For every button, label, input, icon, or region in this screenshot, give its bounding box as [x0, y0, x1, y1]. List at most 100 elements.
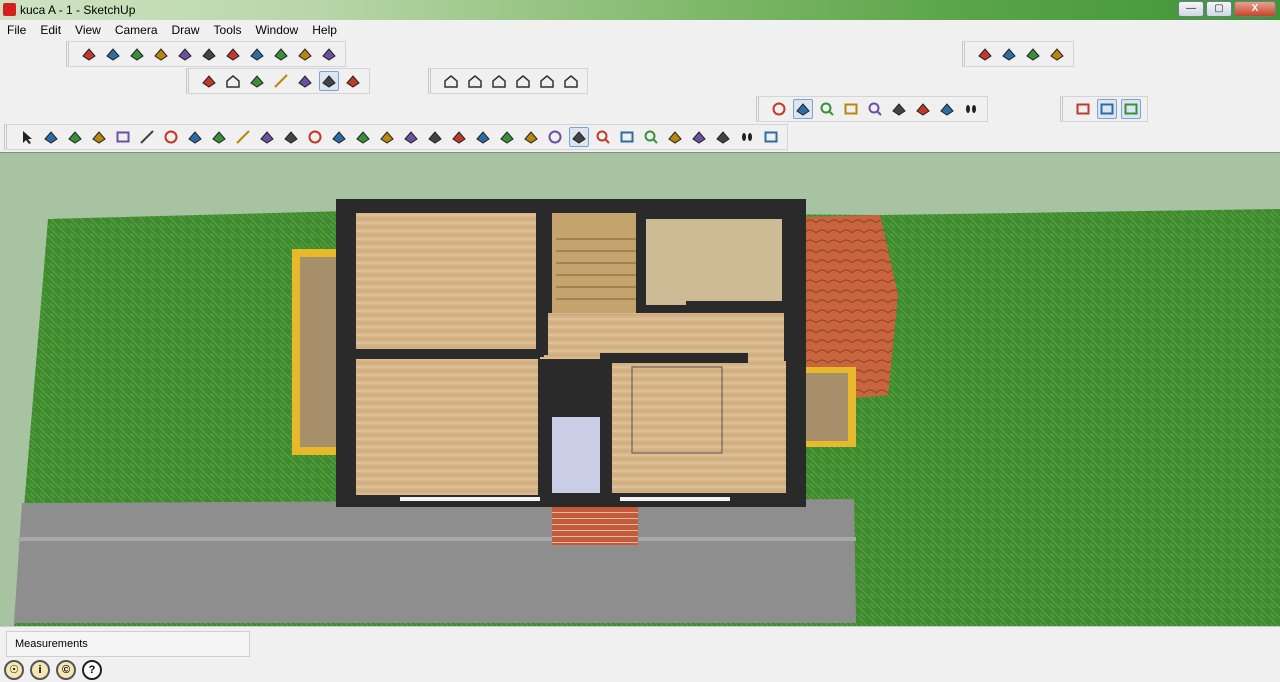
freehand-tool-button[interactable] — [233, 127, 253, 147]
share-model-icon — [1002, 48, 1016, 61]
brick-entry — [552, 507, 638, 545]
zoom-window-tool-button[interactable] — [617, 127, 637, 147]
line-tool-button[interactable] — [137, 127, 157, 147]
pan-tool-button[interactable] — [569, 127, 589, 147]
xray-tool-button[interactable] — [199, 71, 219, 91]
look-around-tool-button[interactable] — [937, 99, 957, 119]
move-tool-button[interactable] — [257, 127, 277, 147]
credits-icon[interactable]: i — [30, 660, 50, 680]
position-camera-tool-button[interactable] — [689, 127, 709, 147]
menu-bar: File Edit View Camera Draw Tools Window … — [0, 20, 1280, 40]
tape-measure-tool-button[interactable] — [401, 127, 421, 147]
save-tool-button[interactable] — [127, 44, 147, 64]
undo-tool-button[interactable] — [247, 44, 267, 64]
orbit-tool-button[interactable] — [769, 99, 789, 119]
shaded-textures-tool-button[interactable] — [319, 71, 339, 91]
zoom-window-tool-button[interactable] — [841, 99, 861, 119]
display-section-cuts-tool-button[interactable] — [1121, 99, 1141, 119]
left-tool-button[interactable] — [561, 71, 581, 91]
close-button[interactable]: X — [1234, 1, 1276, 17]
dimension-tool-button[interactable] — [425, 127, 445, 147]
scale-tool-button[interactable] — [353, 127, 373, 147]
menu-window[interactable]: Window — [249, 20, 306, 40]
text-tool-button[interactable] — [473, 127, 493, 147]
menu-tools[interactable]: Tools — [207, 20, 249, 40]
menu-camera[interactable]: Camera — [108, 20, 165, 40]
section-plane-tool-button[interactable] — [1073, 99, 1093, 119]
zoom-extents-tool-button[interactable] — [641, 127, 661, 147]
zoom-extents-tool-button[interactable] — [865, 99, 885, 119]
paste-tool-button[interactable] — [199, 44, 219, 64]
walk-icon — [966, 105, 976, 113]
position-camera-tool-button[interactable] — [913, 99, 933, 119]
previous-tool-button[interactable] — [889, 99, 909, 119]
maximize-button[interactable]: ▢ — [1206, 1, 1232, 17]
drawing-viewport[interactable] — [0, 152, 1280, 626]
open-tool-button[interactable] — [103, 44, 123, 64]
rectangle-tool-button[interactable] — [113, 127, 133, 147]
model-info-tool-button[interactable] — [319, 44, 339, 64]
walk-tool-button[interactable] — [737, 127, 757, 147]
push-pull-tool-button[interactable] — [281, 127, 301, 147]
axes-tool-button[interactable] — [497, 127, 517, 147]
menu-file[interactable]: File — [0, 20, 33, 40]
front-tool-button[interactable] — [489, 71, 509, 91]
look-around-tool-button[interactable] — [713, 127, 733, 147]
iso-tool-button[interactable] — [441, 71, 461, 91]
get-models-tool-button[interactable] — [975, 44, 995, 64]
print-tool-button[interactable] — [295, 44, 315, 64]
redo-tool-button[interactable] — [271, 44, 291, 64]
share-model-tool-button[interactable] — [999, 44, 1019, 64]
cut-tool-button[interactable] — [151, 44, 171, 64]
menu-view[interactable]: View — [68, 20, 108, 40]
paint-bucket-tool-button[interactable] — [65, 127, 85, 147]
minimize-button[interactable]: — — [1178, 1, 1204, 17]
section-plane-tool-button[interactable] — [761, 127, 781, 147]
wireframe-tool-button[interactable] — [247, 71, 267, 91]
protractor-tool-button[interactable] — [449, 127, 469, 147]
zoom-tool-button[interactable] — [593, 127, 613, 147]
copy-tool-button[interactable] — [175, 44, 195, 64]
circle-tool-button[interactable] — [161, 127, 181, 147]
back-tool-button[interactable] — [537, 71, 557, 91]
arc-tool-button[interactable] — [185, 127, 205, 147]
help-icon[interactable]: ? — [82, 660, 102, 680]
previous-tool-button[interactable] — [665, 127, 685, 147]
display-section-planes-tool-button[interactable] — [1097, 99, 1117, 119]
right-tool-button[interactable] — [513, 71, 533, 91]
monochrome-tool-button[interactable] — [343, 71, 363, 91]
eraser-tool-button[interactable] — [89, 127, 109, 147]
new-tool-button[interactable] — [79, 44, 99, 64]
back-edges-tool-button[interactable] — [223, 71, 243, 91]
3d-text-icon — [524, 131, 538, 144]
redo-icon — [274, 48, 288, 61]
share-component-icon — [1026, 48, 1040, 61]
menu-help[interactable]: Help — [305, 20, 344, 40]
select-tool-button[interactable] — [17, 127, 37, 147]
share-component-tool-button[interactable] — [1023, 44, 1043, 64]
extension-tool-button[interactable] — [1047, 44, 1067, 64]
measurements-box[interactable]: Measurements — [6, 631, 250, 657]
menu-edit[interactable]: Edit — [33, 20, 68, 40]
offset-tool-button[interactable] — [377, 127, 397, 147]
menu-draw[interactable]: Draw — [165, 20, 207, 40]
polygon-tool-button[interactable] — [209, 127, 229, 147]
tape-measure-icon — [404, 131, 418, 144]
erase-tool-button[interactable] — [223, 44, 243, 64]
make-component-tool-button[interactable] — [41, 127, 61, 147]
3d-text-tool-button[interactable] — [521, 127, 541, 147]
polygon-icon — [212, 131, 226, 144]
shaded-tool-button[interactable] — [295, 71, 315, 91]
top-tool-button[interactable] — [465, 71, 485, 91]
hidden-line-tool-button[interactable] — [271, 71, 291, 91]
user-icon[interactable]: © — [56, 660, 76, 680]
model-view — [14, 199, 1280, 626]
freehand-icon — [236, 130, 250, 144]
geo-location-icon[interactable]: ☉ — [4, 660, 24, 680]
rotate-tool-button[interactable] — [305, 127, 325, 147]
pan-tool-button[interactable] — [793, 99, 813, 119]
orbit-tool-button[interactable] — [545, 127, 565, 147]
zoom-tool-button[interactable] — [817, 99, 837, 119]
follow-me-tool-button[interactable] — [329, 127, 349, 147]
walk-tool-button[interactable] — [961, 99, 981, 119]
